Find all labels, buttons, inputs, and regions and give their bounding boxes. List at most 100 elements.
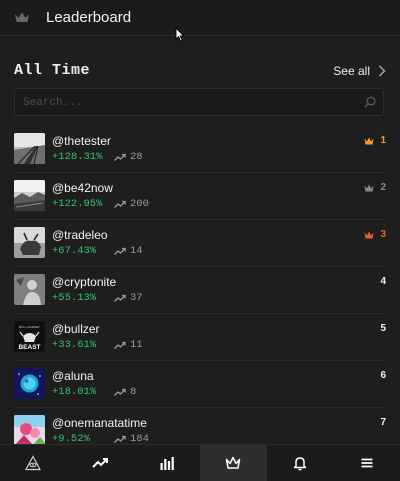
avatar-text-main: BEAST [18,344,40,351]
mouse-cursor-icon [175,27,185,42]
user-stats: +122.95% 200 [52,198,149,210]
user-stats: +33.61% 11 [52,339,143,351]
trending-up-icon [114,294,126,302]
nav-item-explore[interactable] [0,445,67,481]
nav-item-notifications[interactable] [267,445,334,481]
user-handle: @aluna [52,369,94,383]
user-stats: +55.13% 37 [52,292,143,304]
list-item[interactable]: BULL MARKET BEAST @bullzer +33.61% 11 5 [14,314,386,361]
nav-item-leaderboard[interactable] [200,445,267,481]
avatar-railroad [14,133,45,164]
leaderboard-list: @thetester +128.31% 28 1 @be42now +122.9… [14,126,386,455]
search-input[interactable] [15,89,355,117]
crown-icon [226,456,241,469]
rank-number: 5 [380,323,386,334]
avatar [14,180,45,211]
user-handle: @thetester [52,134,111,148]
avatar-beast: BULL MARKET BEAST [14,321,45,352]
user-handle: @tradeleo [52,228,108,242]
rank-number: 6 [380,370,386,381]
rank-badge: 1 [364,135,386,146]
trending-up-icon [92,458,108,468]
list-item[interactable]: @aluna +18.01% 8 6 [14,361,386,408]
nav-item-trending[interactable] [67,445,134,481]
section-title: All Time [14,62,91,79]
rank-number: 1 [380,135,386,146]
return-percentage: +33.61% [52,339,97,351]
nav-item-menu[interactable] [333,445,400,481]
trade-count: 8 [114,386,136,398]
list-item[interactable]: @be42now +122.95% 200 2 [14,173,386,220]
page-title: Leaderboard [46,9,132,26]
crown-icon [364,137,374,144]
pyramid-eye-icon [25,455,42,471]
avatar-text-top: BULL MARKET [19,325,40,329]
trending-up-icon [114,341,126,349]
rank-badge: 4 [380,276,386,287]
chevron-right-icon [378,65,386,77]
nav-item-stats[interactable] [133,445,200,481]
rank-badge: 2 [364,182,386,193]
user-stats: +128.31% 28 [52,151,143,163]
rank-number: 4 [380,276,386,287]
crown-icon [364,231,374,238]
crown-icon [15,12,29,22]
user-handle: @be42now [52,181,113,195]
trade-count: 200 [114,198,149,210]
trade-count: 14 [114,245,143,257]
rank-badge: 3 [364,229,386,240]
rank-number: 7 [380,417,386,428]
user-handle: @cryptonite [52,275,117,289]
trade-count: 11 [114,339,143,351]
rank-badge: 7 [380,417,386,428]
trade-count-value: 28 [130,151,143,163]
bell-icon [293,457,307,471]
search-box [14,88,384,117]
list-item[interactable]: @cryptonite +55.13% 37 4 [14,267,386,314]
trending-up-icon [114,435,126,443]
avatar-planet [14,368,45,399]
user-stats: +18.01% 8 [52,386,136,398]
rank-number: 3 [380,229,386,240]
trending-up-icon [114,388,126,396]
trending-up-icon [114,200,126,208]
list-item[interactable]: @thetester +128.31% 28 1 [14,126,386,173]
avatar [14,133,45,164]
return-percentage: +18.01% [52,386,97,398]
rank-badge: 5 [380,323,386,334]
avatar [14,274,45,305]
return-percentage: +122.95% [52,198,103,210]
trade-count-value: 11 [130,339,143,351]
bar-chart-icon [160,457,174,470]
trade-count-value: 8 [130,386,137,398]
return-percentage: +67.43% [52,245,97,257]
return-percentage: +55.13% [52,292,97,304]
see-all-link[interactable]: See all [333,64,386,78]
avatar [14,368,45,399]
top-bar: Leaderboard [0,0,400,36]
user-handle: @onemanatatime [52,416,147,430]
menu-icon [361,458,373,468]
trade-count-value: 37 [130,292,143,304]
trending-up-icon [114,153,126,161]
bottom-nav [0,444,400,481]
avatar: BULL MARKET BEAST [14,321,45,352]
trade-count: 37 [114,292,143,304]
list-item[interactable]: @tradeleo +67.43% 14 3 [14,220,386,267]
trending-up-icon [114,247,126,255]
avatar [14,415,45,446]
avatar-bull [14,227,45,258]
avatar-art [14,415,45,446]
avatar-figure [14,274,45,305]
user-stats: +67.43% 14 [52,245,143,257]
avatar-landscape [14,180,45,211]
rank-number: 2 [380,182,386,193]
user-handle: @bullzer [52,322,100,336]
rank-badge: 6 [380,370,386,381]
trade-count-value: 14 [130,245,143,257]
search-icon[interactable] [364,96,376,108]
return-percentage: +128.31% [52,151,103,163]
see-all-label: See all [333,64,370,78]
avatar [14,227,45,258]
crown-icon [364,184,374,191]
